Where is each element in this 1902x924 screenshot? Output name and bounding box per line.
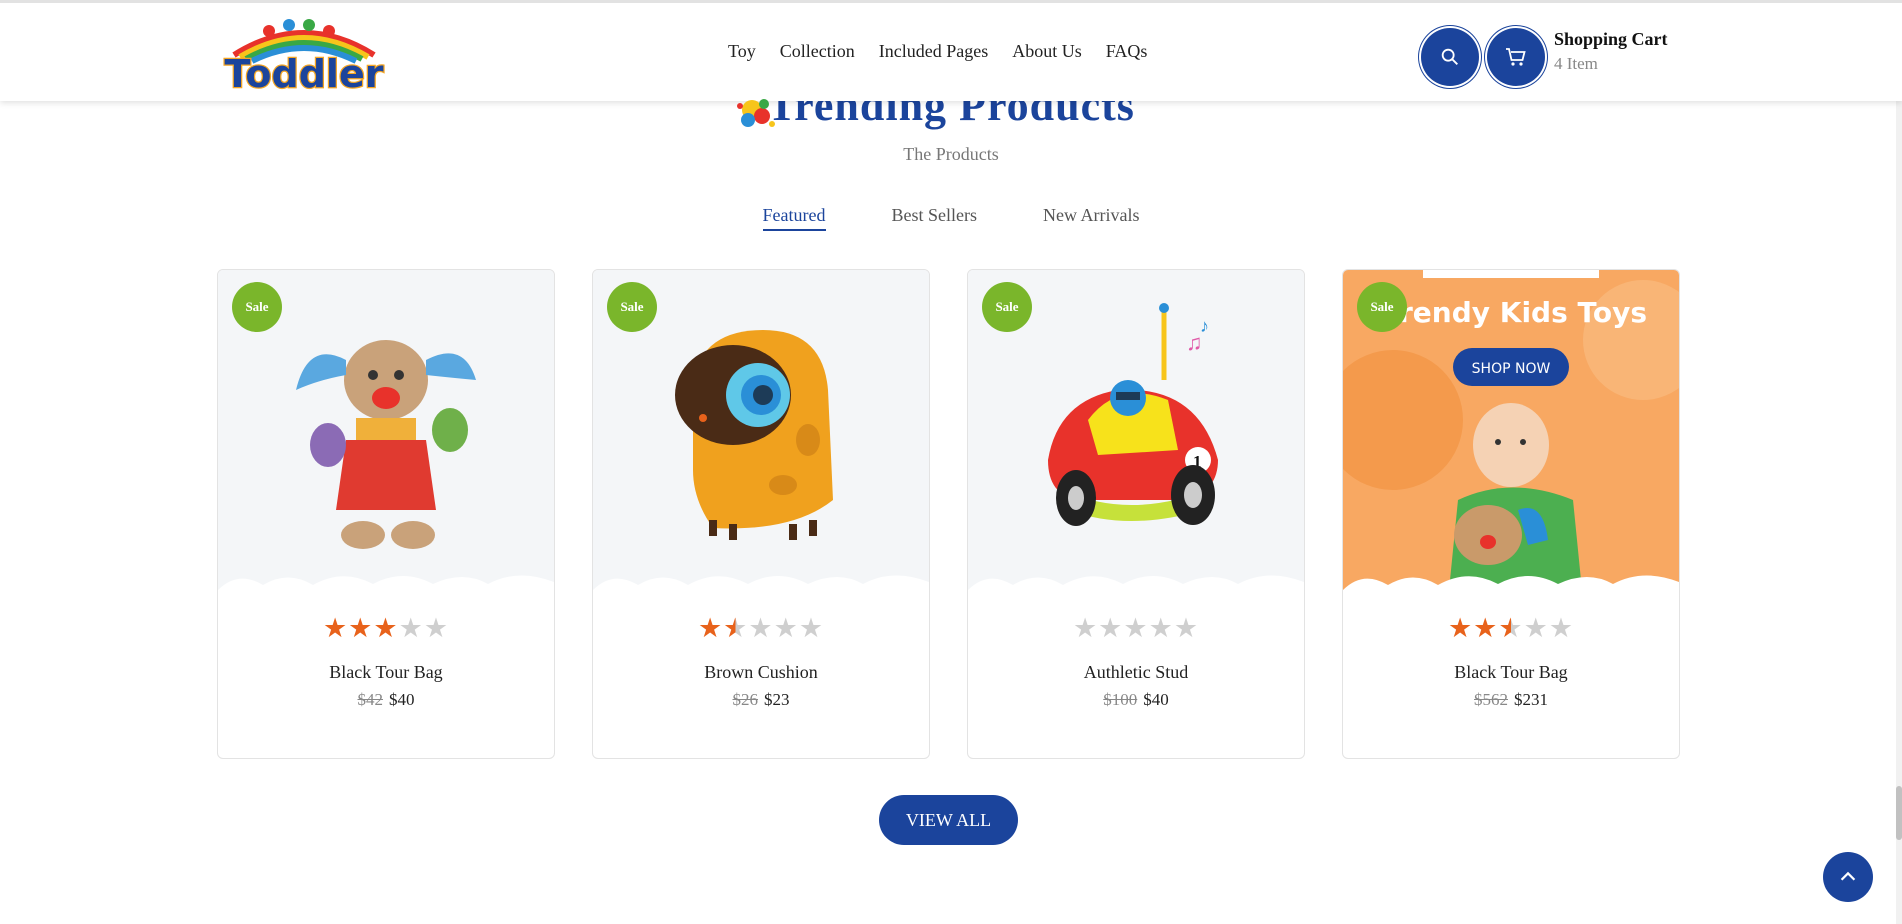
svg-text:♪: ♪ xyxy=(1200,316,1209,336)
old-price: $100 xyxy=(1103,690,1138,709)
svg-text:rendy Kids Toys: rendy Kids Toys xyxy=(1399,296,1647,329)
rating-stars: ★★★★★ xyxy=(1072,613,1200,643)
product-price: $42 $40 xyxy=(218,690,554,710)
main-nav: Toy Collection Included Pages About Us F… xyxy=(728,41,1171,62)
nav-collection[interactable]: Collection xyxy=(780,41,855,62)
nav-about-us[interactable]: About Us xyxy=(1012,41,1082,62)
product-price: $100 $40 xyxy=(968,690,1304,710)
nav-included-pages[interactable]: Included Pages xyxy=(879,41,988,62)
product-card[interactable]: rendy Kids Toys SHOP NOW Sale ★★★★★ Blac… xyxy=(1342,269,1680,759)
site-header: Toddler Toy Collection Included Pages Ab… xyxy=(0,0,1902,101)
cart-title: Shopping Cart xyxy=(1554,29,1668,49)
sale-badge: Sale xyxy=(1357,282,1407,332)
cloud-divider xyxy=(218,575,554,610)
chevron-up-icon xyxy=(1840,871,1856,881)
product-price: $26 $23 xyxy=(593,690,929,710)
current-price: $23 xyxy=(764,690,790,709)
old-price: $42 xyxy=(357,690,384,709)
svg-text:Toddler: Toddler xyxy=(225,52,384,93)
sale-badge: Sale xyxy=(232,282,282,332)
tab-best-sellers[interactable]: Best Sellers xyxy=(892,205,978,231)
old-price: $562 xyxy=(1474,690,1508,709)
current-price: $231 xyxy=(1514,690,1548,709)
rating-stars: ★★★★★ xyxy=(322,613,450,643)
tab-new-arrivals[interactable]: New Arrivals xyxy=(1043,205,1139,231)
product-name[interactable]: Black Tour Bag xyxy=(218,662,554,683)
sale-badge: Sale xyxy=(607,282,657,332)
cart-button[interactable] xyxy=(1487,28,1545,86)
cloud-divider xyxy=(968,575,1304,610)
search-icon xyxy=(1441,48,1458,65)
tab-featured[interactable]: Featured xyxy=(762,205,826,231)
product-name[interactable]: Authletic Stud xyxy=(968,662,1304,683)
nav-toy[interactable]: Toy xyxy=(728,41,756,62)
svg-text:SHOP NOW: SHOP NOW xyxy=(1472,361,1551,377)
old-price: $26 xyxy=(732,690,759,709)
sale-badge: Sale xyxy=(982,282,1032,332)
product-name[interactable]: Black Tour Bag xyxy=(1343,662,1679,683)
rating-stars: ★★★★★ xyxy=(697,613,825,643)
cart-summary[interactable]: Shopping Cart 4 Item xyxy=(1554,29,1668,74)
cart-icon xyxy=(1506,48,1526,66)
product-card[interactable]: Sale ★★★★★ Black Tour Bag $42 $40 xyxy=(217,269,555,759)
view-all-button[interactable]: VIEW ALL xyxy=(879,795,1018,845)
toddler-logo[interactable]: Toddler xyxy=(214,13,394,93)
current-price: $40 xyxy=(1143,690,1169,709)
search-button[interactable] xyxy=(1421,28,1479,86)
rating-stars: ★★★★★ xyxy=(1447,613,1575,643)
cloud-divider xyxy=(1343,575,1679,610)
product-card[interactable]: ♫ ♪ 1 Sale ★★★★★ Authletic Stud $100 $40 xyxy=(967,269,1305,759)
product-card[interactable]: Sale ★★★★★ Brown Cushion $26 $23 xyxy=(592,269,930,759)
paint-splash-icon xyxy=(737,99,775,127)
product-name[interactable]: Brown Cushion xyxy=(593,662,929,683)
product-price: $562 $231 xyxy=(1343,690,1679,710)
cart-count: 4 Item xyxy=(1554,54,1598,73)
current-price: $40 xyxy=(389,690,415,709)
page-scrollbar[interactable] xyxy=(1896,0,1902,924)
product-tabs: Featured Best Sellers New Arrivals xyxy=(0,205,1902,231)
scrollbar-thumb[interactable] xyxy=(1896,786,1902,840)
nav-faqs[interactable]: FAQs xyxy=(1106,41,1148,62)
section-subtitle: The Products xyxy=(903,144,999,164)
back-to-top-button[interactable] xyxy=(1823,852,1873,902)
cloud-divider xyxy=(593,575,929,610)
